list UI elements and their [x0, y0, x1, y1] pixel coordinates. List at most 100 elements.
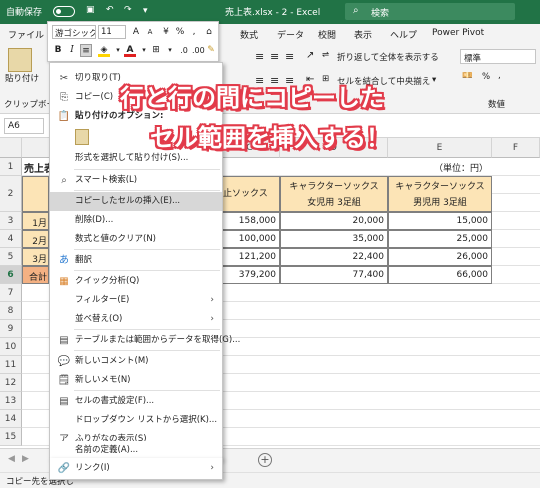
paste-icon[interactable] — [8, 48, 32, 72]
value-cell[interactable]: 158,000 — [220, 212, 280, 230]
menu-item-insert-copied-cells[interactable]: コピーしたセルの挿入(E)... — [50, 192, 222, 211]
row-header[interactable]: 15 — [0, 428, 22, 446]
borders-dropdown-icon[interactable]: ▾ — [164, 44, 176, 57]
menu-item-smart-lookup[interactable]: ⌕ スマート検索(L) — [50, 171, 222, 190]
fill-color-dropdown-icon[interactable]: ▾ — [112, 44, 124, 57]
tab-prev-icon[interactable]: ◀ — [8, 454, 15, 464]
value-cell[interactable]: 121,200 — [220, 248, 280, 266]
column-header-f[interactable]: F — [492, 138, 540, 158]
value-cell[interactable]: 20,000 — [280, 212, 388, 230]
decrease-decimal-icon[interactable]: .00 — [192, 44, 205, 57]
value-cell[interactable]: 77,400 — [280, 266, 388, 284]
row-header[interactable]: 14 — [0, 410, 22, 428]
header-cell-c[interactable]: 止ソックス — [220, 176, 280, 212]
menu-item-link[interactable]: 🔗 リンク(I) › — [50, 459, 222, 478]
row-header-selected[interactable]: 6 — [0, 266, 22, 284]
value-cell[interactable]: 26,000 — [388, 248, 492, 266]
menu-item-get-data[interactable]: ▤ テーブルまたは範囲からデータを取得(G)... — [50, 331, 240, 350]
menu-item-dropdown-list[interactable]: ドロップダウン リストから選択(K)... — [50, 411, 222, 430]
row-header[interactable]: 8 — [0, 302, 22, 320]
comma-format-button[interactable]: , — [188, 26, 200, 39]
merge-dropdown-icon[interactable]: ▾ — [432, 75, 436, 85]
header-cell-d[interactable]: キャラクターソックス 女児用 3足組 — [280, 176, 388, 212]
paste-option-icon[interactable] — [75, 129, 89, 145]
shrink-font-icon[interactable]: A — [144, 26, 156, 39]
menu-item-format-cells[interactable]: ▤ セルの書式設定(F)... — [50, 392, 222, 411]
search-box[interactable]: ⌕ 検索 — [345, 3, 515, 20]
customize-toolbar-icon[interactable]: ▾ — [143, 6, 148, 16]
undo-icon[interactable]: ↶ — [106, 5, 114, 15]
value-cell[interactable]: 100,000 — [220, 230, 280, 248]
row-header[interactable]: 13 — [0, 392, 22, 410]
total-label-cell[interactable]: 合計 — [22, 266, 49, 284]
month-cell[interactable]: 3月 — [22, 248, 49, 266]
month-cell[interactable]: 1月 — [22, 212, 49, 230]
row-header[interactable]: 11 — [0, 356, 22, 374]
month-cell[interactable]: 2月 — [22, 230, 49, 248]
brush-icon[interactable]: ✎ — [205, 44, 217, 57]
row-header[interactable]: 3 — [0, 212, 22, 230]
menu-item-delete[interactable]: 削除(D)... — [50, 211, 222, 230]
row-header[interactable]: 10 — [0, 338, 22, 356]
menu-item-new-comment[interactable]: 💬 新しいコメント(M) — [50, 352, 222, 371]
tab-file[interactable]: ファイル — [8, 28, 44, 41]
italic-button[interactable]: I — [66, 44, 78, 57]
wrap-text-icon[interactable]: ⇌ — [322, 50, 329, 60]
align-bottom-icon[interactable]: ≡ — [285, 50, 294, 63]
orientation-icon[interactable]: ↗ — [306, 50, 314, 61]
row-header[interactable]: 7 — [0, 284, 22, 302]
font-size-select[interactable]: 11 — [98, 25, 126, 39]
row-header[interactable]: 9 — [0, 320, 22, 338]
tab-review[interactable]: 校閲 — [318, 28, 336, 41]
menu-item-quick-analysis[interactable]: ▦ クイック分析(Q) — [50, 272, 222, 291]
value-cell[interactable]: 66,000 — [388, 266, 492, 284]
tab-data[interactable]: データ — [277, 28, 304, 41]
align-middle-icon[interactable]: ≡ — [270, 50, 279, 63]
add-sheet-icon[interactable]: + — [258, 453, 272, 467]
menu-item-translate[interactable]: あ翻訳 — [50, 251, 222, 270]
percent-format-button[interactable]: % — [174, 26, 186, 39]
increase-decimal-icon[interactable]: .0 — [178, 44, 190, 57]
header-cell-e[interactable]: キャラクターソックス 男児用 3足組 — [388, 176, 492, 212]
redo-icon[interactable]: ↷ — [124, 5, 132, 15]
paste-button-label[interactable]: 貼り付け — [5, 72, 39, 84]
row-header[interactable]: 12 — [0, 374, 22, 392]
menu-item-new-note[interactable]: 🗒 新しいメモ(N) — [50, 371, 222, 390]
autosave-toggle[interactable] — [53, 6, 75, 17]
unit-cell[interactable]: （単位：円） — [388, 158, 492, 176]
tab-view[interactable]: 表示 — [354, 28, 372, 41]
currency-format-icon[interactable]: ¥ — [160, 26, 172, 39]
currency-icon[interactable]: 💴 — [462, 71, 473, 81]
menu-item-filter[interactable]: フィルター(E) › — [50, 291, 222, 310]
value-cell[interactable]: 15,000 — [388, 212, 492, 230]
tab-help[interactable]: ヘルプ — [390, 28, 417, 41]
borders-icon[interactable]: ⊞ — [150, 44, 162, 57]
align-top-icon[interactable]: ≡ — [255, 50, 264, 63]
fill-color-icon[interactable]: ◈ — [98, 44, 110, 57]
select-all-corner[interactable] — [0, 138, 22, 158]
wrap-text-button[interactable]: 折り返して全体を表示する — [337, 51, 439, 63]
value-cell[interactable]: 22,400 — [280, 248, 388, 266]
row-header[interactable]: 2 — [0, 176, 22, 212]
menu-item-define-name[interactable]: 名前の定義(A)... — [50, 443, 222, 458]
comma-button[interactable]: , — [498, 71, 501, 81]
tab-formulas[interactable]: 数式 — [240, 28, 258, 41]
tab-next-icon[interactable]: ▶ — [22, 454, 29, 464]
row-header[interactable]: 4 — [0, 230, 22, 248]
font-name-select[interactable]: 游ゴシック — [52, 25, 96, 39]
row-header[interactable]: 5 — [0, 248, 22, 266]
font-color-dropdown-icon[interactable]: ▾ — [138, 44, 150, 57]
row-header[interactable]: 1 — [0, 158, 22, 176]
name-box[interactable]: A6 — [4, 118, 44, 134]
value-cell[interactable]: 379,200 — [220, 266, 280, 284]
font-color-button[interactable]: A — [124, 44, 136, 57]
percent-button[interactable]: % — [482, 72, 490, 82]
grow-font-icon[interactable]: A — [130, 26, 142, 39]
header-cell-a[interactable] — [22, 176, 49, 212]
value-cell[interactable]: 35,000 — [280, 230, 388, 248]
bold-button[interactable]: B — [52, 44, 64, 57]
format-painter-icon[interactable]: ⌂ — [203, 26, 215, 39]
menu-item-sort[interactable]: 並べ替え(O) › — [50, 310, 222, 329]
value-cell[interactable]: 25,000 — [388, 230, 492, 248]
save-icon[interactable]: ▣ — [86, 5, 95, 15]
